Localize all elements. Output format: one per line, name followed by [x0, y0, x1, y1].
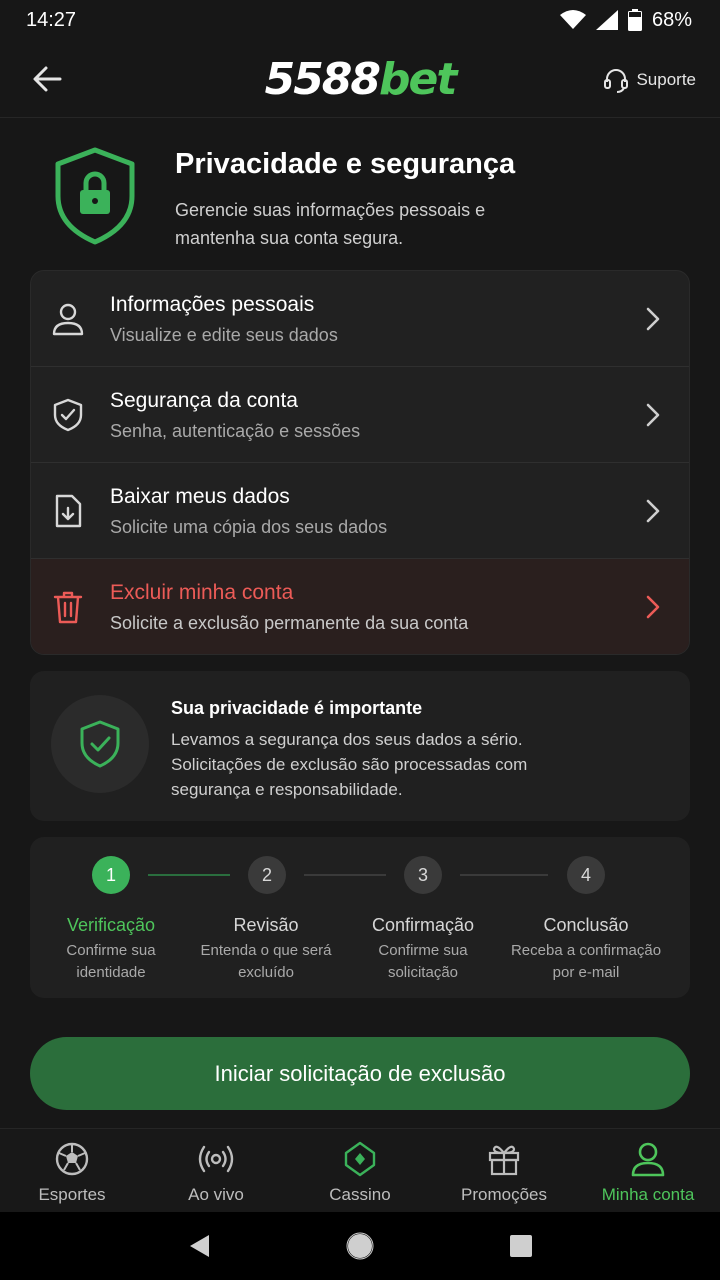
step-2-label: Revisão [233, 915, 299, 935]
system-back-icon[interactable] [187, 1233, 211, 1259]
nav-label: Promoções [461, 1185, 547, 1204]
status-icons: 68% [559, 8, 692, 32]
nav-item-ao-vivo[interactable]: Ao vivo [144, 1129, 288, 1212]
privacy-title: Sua privacidade é importante [171, 698, 423, 718]
wifi-icon [559, 10, 586, 29]
step-1-number: 1 [92, 856, 130, 894]
battery-level: 68% [651, 8, 692, 31]
user-icon [52, 303, 84, 336]
logo-number: 5588 [264, 54, 381, 105]
headset-icon [604, 69, 629, 93]
logo-brand: bet [379, 54, 457, 105]
menu-item-subtitle: Solicite a exclusão permanente da sua co… [110, 613, 469, 633]
nav-item-esportes[interactable]: Esportes [0, 1129, 144, 1212]
nav-item-cassino[interactable]: Cassino [288, 1129, 432, 1212]
page-subtitle: Gerencie suas informações pessoais e man… [175, 200, 486, 248]
menu-item-delete-account[interactable]: Excluir minha conta Solicite a exclusão … [31, 559, 689, 654]
nav-label: Esportes [38, 1185, 106, 1204]
step-4-number: 4 [567, 856, 605, 894]
page-title: Privacidade e segurança [175, 148, 516, 180]
chevron-right-icon [646, 595, 660, 619]
bottom-navigation: Esportes Ao vivo Cassino Promoções Minha… [0, 1128, 720, 1212]
step-4-desc: Receba a confirmação por e-mail [510, 942, 662, 981]
step-2-desc: Entenda o que será excluído [200, 942, 332, 981]
status-time: 14:27 [26, 8, 77, 31]
shield-check-icon [80, 720, 120, 768]
step-3-desc: Confirme sua solicitação [378, 942, 468, 981]
chevron-right-icon [646, 307, 660, 331]
step-1-label: Verificação [66, 915, 156, 935]
nav-label: Cassino [329, 1185, 391, 1204]
signal-icon [595, 10, 618, 30]
system-navigation-bar [0, 1212, 720, 1280]
status-bar: 14:27 68% [0, 0, 720, 40]
shield-check-icon [53, 398, 83, 432]
step-1-desc: Confirme sua identidade [66, 942, 156, 981]
menu-item-download-data[interactable]: Baixar meus dados Solicite uma cópia dos… [31, 463, 689, 559]
menu-item-subtitle: Senha, autenticação e sessões [110, 421, 361, 441]
app-bar: 5588bet Suporte [0, 40, 720, 118]
menu-item-title: Informações pessoais [110, 293, 315, 316]
menu-item-personal-info[interactable]: Informações pessoais Visualize e edite s… [31, 271, 689, 367]
menu-item-title: Excluir minha conta [110, 581, 294, 604]
step-connector [148, 874, 230, 876]
menu-item-subtitle: Solicite uma cópia dos seus dados [110, 517, 388, 537]
system-home-icon[interactable] [346, 1232, 374, 1260]
trash-icon [53, 591, 83, 624]
nav-item-minha-conta[interactable]: Minha conta [576, 1129, 720, 1212]
chevron-right-icon [646, 499, 660, 523]
gift-icon [488, 1145, 520, 1176]
hero-section: Privacidade e segurança Gerencie suas in… [0, 140, 720, 260]
live-broadcast-icon [198, 1145, 234, 1173]
step-2-number: 2 [248, 856, 286, 894]
step-connector [304, 874, 386, 876]
battery-icon [627, 9, 642, 31]
nav-item-promocoes[interactable]: Promoções [432, 1129, 576, 1212]
start-deletion-button[interactable]: Iniciar solicitação de exclusão [30, 1037, 690, 1110]
support-label: Suporte [636, 70, 696, 89]
step-4-label: Conclusão [543, 915, 629, 935]
privacy-info-card: Sua privacidade é importante Levamos a s… [30, 671, 690, 821]
soccer-ball-icon [55, 1142, 89, 1176]
settings-menu: Informações pessoais Visualize e edite s… [30, 270, 690, 655]
menu-item-subtitle: Visualize e edite seus dados [110, 325, 338, 345]
chevron-right-icon [646, 403, 660, 427]
casino-chip-icon [344, 1141, 376, 1177]
shield-lock-icon [55, 147, 135, 245]
step-3-label: Confirmação [371, 915, 475, 935]
system-recents-icon[interactable] [509, 1234, 533, 1258]
download-file-icon [55, 494, 82, 528]
menu-item-account-security[interactable]: Segurança da conta Senha, autenticação e… [31, 367, 689, 463]
step-3-number: 3 [404, 856, 442, 894]
menu-item-title: Segurança da conta [110, 389, 298, 412]
privacy-text: Levamos a segurança dos seus dados a sér… [171, 730, 528, 799]
user-icon [631, 1142, 665, 1177]
nav-label: Ao vivo [188, 1185, 244, 1204]
step-connector [460, 874, 548, 876]
menu-item-title: Baixar meus dados [110, 485, 290, 508]
support-button[interactable]: Suporte [602, 66, 696, 94]
deletion-steps: 1 2 3 4 Verificação Confirme sua identid… [30, 837, 690, 998]
privacy-icon-badge [51, 695, 149, 793]
nav-label: Minha conta [601, 1185, 695, 1204]
